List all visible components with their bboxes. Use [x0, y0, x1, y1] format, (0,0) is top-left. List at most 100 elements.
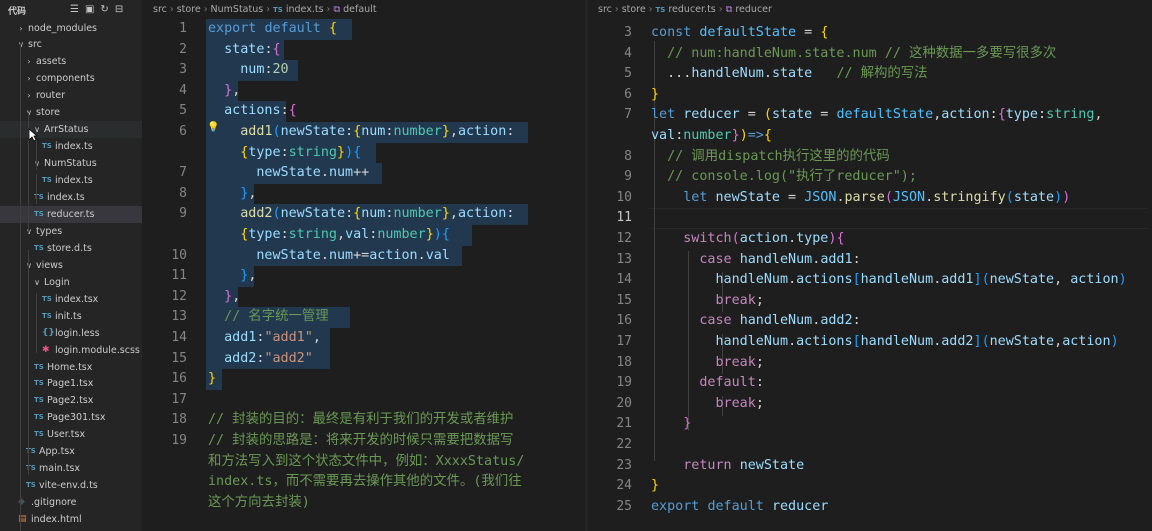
code-token: , [1054, 334, 1063, 349]
tree-folder[interactable]: ∨views [0, 257, 142, 274]
chevron-down-icon[interactable]: ∨ [32, 274, 42, 291]
breadcrumb-item[interactable]: default [343, 4, 376, 15]
tree-indent-guide [28, 250, 29, 475]
tree-file[interactable]: TS vite-env.d.ts [0, 477, 142, 494]
tree-file[interactable]: TS init.ts [0, 308, 142, 325]
tree-file[interactable]: TS index.tsx [0, 291, 142, 308]
code-token: newState [739, 457, 805, 473]
breadcrumb-item[interactable]: store [177, 4, 201, 15]
chevron-right-icon: › [648, 4, 653, 15]
lightbulb-icon[interactable]: 💡 [207, 122, 219, 133]
code-token: : [345, 124, 354, 139]
code-token: , [449, 124, 458, 139]
chevron-down-icon[interactable]: ∨ [24, 257, 34, 274]
code-token: , [449, 206, 458, 222]
code-token: defaultState [836, 107, 934, 123]
explorer-actions: ☰ ▣ ↻ ⊟ [70, 3, 123, 17]
editor-left[interactable]: src › store › NumStatus › TS index.ts › ⧉ default … [143, 0, 585, 531]
tree-folder[interactable]: ∨src [0, 36, 142, 53]
chevron-down-icon[interactable]: ∨ [16, 36, 26, 53]
new-folder-icon[interactable]: ▣ [85, 3, 94, 17]
breadcrumb-item[interactable]: src [598, 4, 612, 15]
editor-right[interactable]: src › store › TS reducer.ts › ⧉ reducer 34567891… [588, 0, 1152, 531]
code-token: state [1013, 189, 1055, 205]
tree-file[interactable]: ▤ index.html [0, 511, 142, 528]
code-line: break; [651, 353, 764, 374]
code-token: state [771, 66, 813, 82]
code-token: } [208, 371, 217, 387]
code-token: { [353, 144, 362, 160]
tree-file[interactable]: TS User.tsx [0, 426, 142, 443]
collapse-all-icon[interactable]: ⊟ [115, 3, 123, 17]
code-token: [ [852, 334, 861, 349]
chevron-down-icon[interactable]: ∨ [24, 104, 34, 121]
code-token: num [361, 206, 386, 222]
tree-folder[interactable]: ∨store [0, 104, 142, 121]
code-token: => [747, 128, 764, 143]
tree-item-label: assets [36, 56, 67, 68]
tree-file[interactable]: TS Page1.tsx [0, 375, 142, 392]
breadcrumb-item[interactable]: NumStatus [211, 4, 264, 15]
tree-item-label: reducer.ts [47, 208, 95, 220]
chevron-down-icon[interactable]: ∨ [32, 155, 42, 172]
new-file-icon[interactable]: ☰ [70, 3, 79, 17]
breadcrumb-item[interactable]: reducer.ts [668, 4, 715, 15]
ts-file-icon: TS [26, 481, 36, 490]
code-token: : [280, 227, 289, 242]
chevron-right-icon[interactable]: › [16, 20, 26, 37]
tree-folder[interactable]: › node_modules [0, 20, 142, 37]
tree-file[interactable]: TS index.ts [0, 172, 142, 189]
ts-file-icon: TS [34, 430, 44, 439]
tree-file[interactable]: TS main.tsx [0, 460, 142, 477]
chevron-right-icon[interactable]: › [24, 87, 34, 104]
tree-file[interactable]: TS App.tsx [0, 443, 142, 460]
breadcrumb-item[interactable]: index.ts [286, 4, 324, 15]
tree-file[interactable]: TS Page2.tsx [0, 392, 142, 409]
tree-file[interactable]: TS index.ts [0, 138, 142, 155]
chevron-right-icon[interactable]: › [24, 70, 34, 87]
code-line: newState.num++ [208, 163, 369, 184]
tree-file[interactable]: TS reducer.ts [0, 205, 142, 223]
tree-item-label: components [36, 73, 95, 85]
code-token: let [651, 107, 684, 123]
breadcrumb-right: src › store › TS reducer.ts › ⧉ reducer [598, 4, 775, 15]
line-number: 3 [624, 25, 632, 40]
code-token: break [715, 292, 756, 308]
code-token: index.ts，而不需要再去操作其他的文件。(我们往 [208, 474, 522, 490]
breadcrumb-item[interactable]: src [153, 4, 167, 15]
tree-folder[interactable]: › components [0, 70, 142, 87]
tree-folder[interactable]: › assets [0, 53, 142, 70]
tree-item-label: .gitignore [31, 497, 77, 509]
tree-indent-guide [36, 174, 37, 204]
code-token: ( [884, 189, 893, 205]
code-token: add2 [240, 206, 273, 222]
breadcrumb-item[interactable]: store [622, 4, 646, 15]
tree-folder[interactable]: ∨types [0, 223, 142, 240]
breadcrumb-item[interactable]: reducer [735, 4, 772, 15]
tree-file[interactable]: ✱ login.module.scss [0, 342, 142, 359]
code-token: = [812, 107, 837, 123]
tree-folder[interactable]: ∨ ArrStatus [0, 121, 142, 139]
ts-file-icon: TS [34, 209, 44, 218]
tree-file[interactable]: {} login.less [0, 325, 142, 342]
tree-item-label: router [36, 90, 66, 102]
code-line: const defaultState = { [651, 23, 828, 44]
tree-file[interactable]: TS Home.tsx [0, 359, 142, 376]
chevron-down-icon[interactable]: ∨ [24, 223, 34, 240]
chevron-right-icon[interactable]: › [24, 53, 34, 70]
tree-folder[interactable]: ∨NumStatus [0, 155, 142, 172]
code-token: ) [345, 144, 354, 160]
line-number: 16 [171, 371, 187, 387]
code-token: handleNum [860, 272, 934, 288]
refresh-icon[interactable]: ↻ [100, 3, 108, 17]
tree-folder[interactable]: ∨ Login [0, 274, 142, 291]
tree-file[interactable]: TS store.d.ts [0, 240, 142, 257]
tree-file[interactable]: ◆ .gitignore [0, 494, 142, 511]
tree-folder[interactable]: › router [0, 87, 142, 104]
tree-file[interactable]: TS index.ts [0, 189, 142, 206]
tree-file[interactable]: TS Page301.tsx [0, 409, 142, 426]
